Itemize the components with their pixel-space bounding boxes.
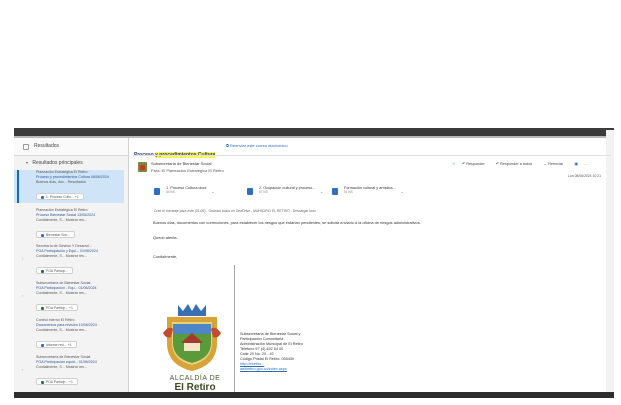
selected-indicator	[17, 170, 19, 203]
list-item-preview: Cordialmente, S... Mostrar res...	[36, 365, 87, 369]
email-recipient: Para: El Planeación Estratégica El Retir…	[151, 168, 224, 173]
attachment-chip-extra: +1	[67, 343, 72, 347]
logo-text-alcaldia: ALCALDÍA DE	[169, 375, 221, 382]
word-doc-icon	[332, 188, 338, 195]
more-options-icon[interactable]: …	[584, 162, 588, 166]
results-header-label: Resultados	[34, 143, 60, 149]
avatar	[138, 162, 147, 172]
list-item[interactable]: Control Interno El Retiro Documentos par…	[14, 318, 124, 348]
reply-all-button[interactable]: ↶ Responder a todos	[496, 162, 537, 166]
attachment-size: 51 KB	[344, 190, 353, 194]
resend-link[interactable]: ⧉ Reenviar este correo electrónico	[226, 143, 288, 148]
email-sender[interactable]: Subsecretaría de Bienestar Social	[151, 161, 211, 166]
top-results-header[interactable]: ▾ Resultados principales	[26, 160, 83, 166]
results-header: Resultados	[14, 138, 128, 156]
list-item-preview: Cordialmente, S... Mostrar res...	[36, 328, 87, 332]
email-signature: Subsecretaría de Bienestar Social y Part…	[240, 332, 303, 372]
list-item-preview: Cordialmente, S... Mostrar res...	[36, 254, 87, 258]
taskbar	[14, 392, 614, 398]
word-doc-icon	[41, 343, 44, 347]
chevron-down-icon[interactable]: ⌄	[400, 189, 403, 194]
attachment-chip-label: Bienestar Soc...	[46, 233, 70, 237]
message-list-pane: Resultados ▾ Resultados principales Plan…	[14, 138, 128, 392]
reply-label: Responder	[466, 162, 485, 166]
email-subject-row: Proceso y procedimientos Cultura ⧉ Reenv…	[134, 143, 288, 158]
list-item[interactable]: Planeación Estratégica El Retiro Proceso…	[14, 170, 124, 203]
attachment-chip-label: Informe revi...	[46, 343, 67, 347]
word-doc-icon	[41, 195, 44, 199]
chevron-down-icon[interactable]: ⌄	[211, 189, 214, 194]
chevron-right-icon[interactable]: ›	[22, 293, 23, 298]
email-body-closing: Cordialmente,	[153, 254, 178, 259]
attachment-chip-extra: +1	[69, 306, 73, 310]
email-actions: ☺ ↶ Responder ↶ Responder a todos → Reen…	[452, 161, 593, 166]
word-doc-icon	[247, 188, 253, 195]
email-body-greeting: Buenos días, documentos con correcciones…	[153, 220, 421, 225]
word-doc-icon	[154, 188, 160, 195]
list-item-preview: Cordialmente, S... Mostrar res...	[36, 218, 87, 222]
forward-button[interactable]: → Reenviar	[543, 162, 568, 166]
attachment-chip-extra: +1	[74, 195, 79, 199]
attachment-chip[interactable]: 1. Proceso Cultu... +1	[36, 193, 84, 200]
list-item[interactable]: › Subsecretaría de Bienestar Social POA …	[14, 281, 124, 311]
chevron-right-icon[interactable]: ›	[22, 256, 23, 261]
select-all-checkbox[interactable]	[23, 144, 29, 150]
email-date: Lun 08/06/2024 10:21	[568, 174, 601, 178]
top-results-label: Resultados principales	[32, 160, 83, 166]
attachment-chip-label: POA Particip...	[46, 306, 69, 310]
list-item[interactable]: › Subsecretaría de Bienestar Social POA …	[14, 355, 124, 385]
chevron-down-icon: ▾	[26, 160, 29, 165]
chevron-down-icon[interactable]: ⌄	[320, 189, 323, 194]
attachment-chip-label: POA Particip...	[46, 269, 69, 273]
attachment-chip[interactable]: POA Particip... +1	[36, 304, 78, 311]
attachment-chip[interactable]: POA Particip... +1	[36, 378, 78, 385]
list-item[interactable]: › Secretaría de Gestión Y Desarrol... PO…	[14, 244, 124, 274]
attachment-chip[interactable]: Informe revi... +1	[36, 341, 77, 348]
list-item-preview: Cordialmente, S... Mostrar res...	[36, 291, 87, 295]
logo-text-el-retiro: El Retiro	[174, 383, 216, 392]
window-right-edge	[606, 130, 614, 392]
attachment-card[interactable]: Formación cultural y artística... 51 KB …	[332, 186, 404, 199]
emoji-icon[interactable]: ☺	[452, 162, 456, 166]
teams-icon[interactable]: ▣	[574, 162, 578, 166]
excel-icon	[41, 269, 44, 273]
pane-divider[interactable]	[128, 138, 129, 392]
attachment-chip-extra: +1	[69, 380, 73, 384]
municipal-crest-logo	[163, 304, 221, 371]
word-doc-icon	[41, 233, 44, 237]
email-body-attention: Quedo atenta.	[153, 235, 178, 240]
excel-icon	[41, 380, 44, 384]
attachment-card[interactable]: 2. Ocupación cultural y proceso... 67 KB…	[247, 186, 323, 199]
attachment-chip-label: 1. Proceso Cultu...	[46, 195, 74, 199]
attachment-card[interactable]: 1. Proceso Cultura.docx 54 KB ⌄	[154, 186, 215, 199]
list-item[interactable]: Planeación Estratégica El Retiro Proceso…	[14, 208, 124, 238]
attachment-actions-note[interactable]: Cree el mensaje para este (01:05) - Guar…	[154, 209, 316, 213]
window-title-bar	[14, 128, 614, 136]
excel-icon	[41, 306, 44, 310]
reply-all-label: Responder a todos	[500, 162, 533, 166]
forward-label: Reenviar	[548, 162, 564, 166]
resend-label: Reenviar este correo electrónico	[229, 143, 288, 148]
signature-link[interactable]: aeltiretiro.gov.co/index.aspx	[240, 367, 303, 372]
attachment-chip[interactable]: POA Particip...	[36, 267, 74, 274]
subject-divider	[133, 155, 611, 156]
attachment-size: 67 KB	[259, 190, 268, 194]
chevron-right-icon[interactable]: ›	[22, 367, 23, 372]
signature-divider	[234, 265, 235, 395]
list-item-preview: Buenos días, doc... Resultados	[36, 180, 86, 184]
reply-button[interactable]: ↶ Responder	[462, 162, 490, 166]
attachment-chip[interactable]: Bienestar Soc...	[36, 231, 75, 238]
attachment-chip-label: POA Particip...	[46, 380, 69, 384]
attachment-size: 54 KB	[166, 190, 175, 194]
